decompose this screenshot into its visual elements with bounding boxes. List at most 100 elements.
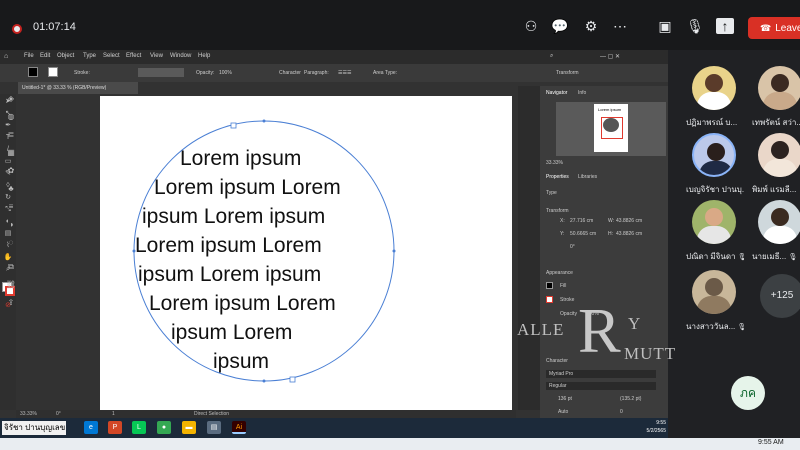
menu-type[interactable]: Type (83, 53, 96, 59)
participant-tile[interactable]: เทพรัตน์ สว่า... 🎙 (752, 66, 800, 132)
self-avatar[interactable]: ภค (731, 376, 765, 410)
paragraph-label[interactable]: Paragraph: (304, 70, 329, 76)
activities-icon[interactable]: ⚙ (582, 18, 600, 34)
file-explorer-icon[interactable]: ▬ (182, 421, 196, 434)
more-options-icon[interactable]: ⋯ (611, 18, 629, 34)
kerning-value[interactable]: Auto (558, 409, 568, 415)
people-icon[interactable]: ⚇ (522, 18, 540, 34)
mic-off-icon[interactable]: 🎙 (686, 18, 704, 34)
layers-panel-icon[interactable]: ≣ (5, 130, 17, 140)
status-angle[interactable]: 0° (56, 411, 61, 417)
participant-tile[interactable]: ปณิดา มีจินดา 🎙 (686, 200, 744, 266)
y-label: Y: (560, 231, 565, 237)
edge-icon[interactable]: e (84, 421, 98, 434)
menu-edit[interactable]: Edit (40, 53, 50, 59)
rotate-tool-icon[interactable]: ↻ (3, 194, 13, 202)
y-value[interactable]: 50.6665 cm (570, 231, 596, 237)
status-zoom[interactable]: 33.33% (20, 411, 37, 417)
home-icon[interactable]: ⌂ (4, 53, 8, 60)
chrome-icon[interactable]: ● (157, 421, 171, 434)
menu-effect[interactable]: Effect (126, 53, 141, 59)
navigator-zoom[interactable]: 33.33% (546, 160, 563, 166)
participant-tile[interactable]: นางสาววันล... 🎙 (686, 270, 744, 336)
lorem-line: Lorem ipsum Lorem (154, 176, 341, 199)
artboards-panel-icon[interactable]: ⧉ (5, 262, 17, 272)
color-panel-icon[interactable]: ◍ (5, 112, 17, 122)
gradient-panel-icon[interactable]: ◑ (5, 220, 17, 230)
watermark-text-right-top: Y (628, 314, 642, 333)
more-participants-badge[interactable]: +125 (760, 274, 800, 318)
opacity-label: Opacity: (196, 70, 215, 76)
tracking-value[interactable]: 0 (620, 409, 623, 415)
leading-value[interactable]: (135.2 pt) (620, 396, 641, 402)
leave-button[interactable]: ☎ Leave (748, 17, 800, 39)
menu-select[interactable]: Select (103, 53, 120, 59)
symbols-panel-icon[interactable]: ♣ (5, 184, 17, 194)
document-tab[interactable]: Untitled-1* @ 33.33 % (RGB/Preview) (18, 82, 138, 94)
gradient-tool-icon[interactable]: ▤ (3, 230, 13, 238)
rotate-value[interactable]: 0° (570, 244, 575, 250)
stroke-field[interactable] (138, 68, 184, 77)
mic-muted-icon: 🎙 (737, 254, 744, 261)
section-appearance: Appearance (546, 270, 573, 276)
participant-tile[interactable]: ปฏิมาพรณ์ บ... (686, 66, 744, 132)
camera-off-icon[interactable]: ▣ (656, 18, 674, 34)
navigator-view-frame[interactable] (601, 117, 623, 139)
fill-swatch[interactable] (28, 67, 38, 77)
status-page[interactable]: 1 (112, 411, 115, 417)
participant-tile-active[interactable]: เบญจิรัชา ปานบุ... 🎙 (686, 133, 744, 199)
meeting-top-bar (0, 0, 800, 50)
tab-navigator[interactable]: Navigator (546, 90, 567, 96)
tab-info[interactable]: Info (578, 90, 586, 96)
line-icon[interactable]: L (132, 421, 146, 434)
pen-tool-icon[interactable]: ✒ (3, 122, 13, 130)
participant-name: พิมพ์ แรมลี... (752, 185, 797, 194)
font-size-value[interactable]: 136 pt (558, 396, 572, 402)
tab-libraries[interactable]: Libraries (578, 174, 597, 180)
app-icon[interactable]: ▤ (207, 421, 221, 434)
rectangle-tool-icon[interactable]: ▭ (3, 158, 13, 166)
lorem-line: Lorem ipsum Lorem (135, 234, 322, 257)
share-screen-icon[interactable]: ↑ (716, 18, 734, 34)
x-value[interactable]: 27.716 cm (570, 218, 593, 224)
chat-icon[interactable]: 💬 (551, 18, 569, 34)
menu-view[interactable]: View (150, 53, 163, 59)
menu-object[interactable]: Object (57, 53, 74, 59)
stroke-swatch[interactable] (48, 67, 58, 77)
swatches-panel-icon[interactable]: ▦ (5, 148, 17, 158)
ai-menubar: ⌂ File Edit Object Type Select Effect Vi… (0, 50, 668, 64)
navigator-page-title: Lorem ipsum (598, 107, 622, 112)
menu-help[interactable]: Help (198, 53, 210, 59)
w-value[interactable]: 43.8826 cm (616, 218, 642, 224)
section-character: Character (546, 358, 568, 364)
navigator-panel-icon[interactable]: ◈ (5, 94, 17, 104)
character-label[interactable]: Character (279, 70, 301, 76)
hand-tool-icon[interactable]: ✋ (3, 254, 13, 262)
links-panel-icon[interactable]: ⛓ (5, 280, 17, 290)
menu-window[interactable]: Window (170, 53, 191, 59)
appearance-stroke-swatch[interactable] (546, 296, 553, 303)
font-family-select[interactable]: Myriad Pro (546, 370, 656, 378)
menu-file[interactable]: File (24, 53, 34, 59)
font-style-select[interactable]: Regular (546, 382, 656, 390)
brushes-panel-icon[interactable]: ✿ (5, 166, 17, 176)
tab-properties[interactable]: Properties (546, 174, 569, 180)
appearance-fill-swatch[interactable] (546, 282, 553, 289)
asset-export-panel-icon[interactable]: ⇪ (5, 298, 17, 308)
anchor-handle-top (230, 122, 237, 129)
opacity-value[interactable]: 100% (219, 70, 232, 76)
stroke-panel-icon[interactable]: ≡ (5, 202, 17, 212)
participant-tile[interactable]: พิมพ์ แรมลี... (752, 133, 800, 199)
area-type-label[interactable]: Area Type: (373, 70, 397, 76)
powerpoint-icon[interactable]: P (108, 421, 122, 434)
x-label: X: (560, 218, 565, 224)
h-value[interactable]: 43.8826 cm (616, 231, 642, 237)
participant-tile[interactable]: นายเมธี... 🎙 (752, 200, 800, 266)
transparency-panel-icon[interactable]: ◌ (5, 238, 17, 248)
window-controls-icon[interactable]: — ▢ ✕ (600, 53, 620, 60)
illustrator-icon[interactable]: Ai (232, 421, 246, 434)
search-icon[interactable]: ⌕ (550, 53, 553, 60)
align-icons[interactable]: ☰☰☰ (338, 70, 351, 76)
taskbar-clock: 9:55 5/2/2565 (636, 419, 666, 435)
transform-label[interactable]: Transform (556, 70, 579, 76)
